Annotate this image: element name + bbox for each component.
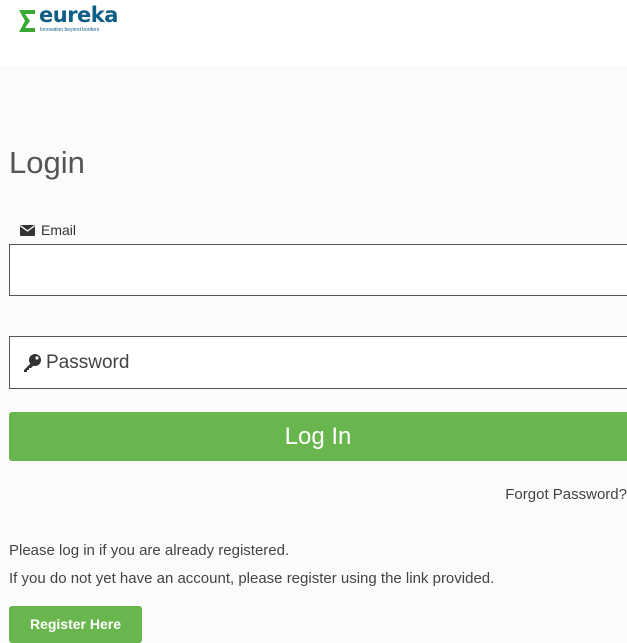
forgot-password-link[interactable]: Forgot Password?: [505, 486, 627, 504]
key-icon: [24, 354, 41, 372]
password-field-wrapper[interactable]: [9, 336, 627, 389]
sigma-icon: [19, 10, 35, 32]
info-text-registered: Please log in if you are already registe…: [9, 542, 290, 559]
info-text-register-prompt: If you do not yet have an account, pleas…: [9, 570, 495, 587]
register-here-button[interactable]: Register Here: [9, 606, 142, 643]
envelope-icon: [20, 224, 35, 236]
site-header: eureka Innovation beyond borders: [0, 0, 627, 66]
log-in-button[interactable]: Log In: [9, 412, 627, 461]
email-field[interactable]: [9, 244, 627, 296]
password-field[interactable]: [46, 337, 616, 388]
email-label-text: Email: [41, 222, 77, 238]
page-title: Login: [9, 145, 85, 180]
eureka-logo[interactable]: eureka Innovation beyond borders: [18, 3, 133, 38]
logo-wordmark: eureka: [39, 3, 118, 27]
logo-tagline: Innovation beyond borders: [40, 27, 100, 33]
email-label: Email: [20, 222, 76, 238]
